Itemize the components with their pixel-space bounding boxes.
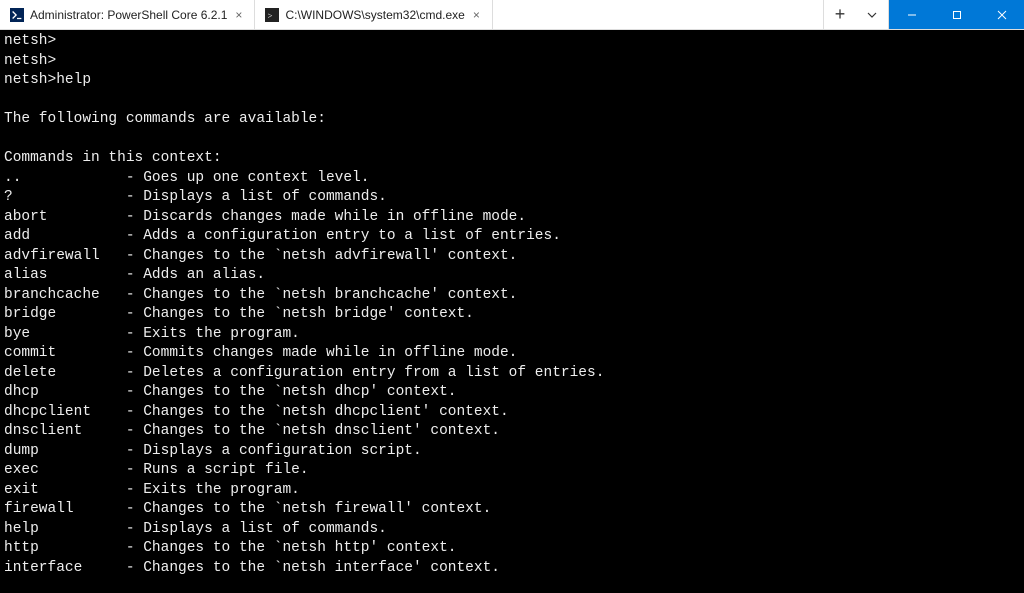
close-button[interactable]: [979, 0, 1024, 29]
tab-label: C:\WINDOWS\system32\cmd.exe: [285, 8, 464, 22]
chevron-down-icon: [867, 10, 877, 20]
terminal-output[interactable]: netsh> netsh> netsh>help The following c…: [0, 30, 1024, 593]
output-subheader: Commands in this context:: [4, 150, 222, 166]
maximize-button[interactable]: [934, 0, 979, 29]
prompt-line: netsh>: [4, 33, 56, 49]
tab-label: Administrator: PowerShell Core 6.2.1: [30, 8, 227, 22]
command-list: .. - Goes up one context level. ? - Disp…: [4, 170, 604, 576]
minimize-button[interactable]: [889, 0, 934, 29]
new-tab-button[interactable]: +: [824, 0, 856, 29]
tab-strip: Administrator: PowerShell Core 6.2.1 × >…: [0, 0, 493, 29]
svg-text:>: >: [268, 10, 273, 20]
minimize-icon: [907, 10, 917, 20]
prompt-line: netsh>: [4, 53, 56, 69]
tab-close-button[interactable]: ×: [233, 8, 244, 22]
tab-powershell[interactable]: Administrator: PowerShell Core 6.2.1 ×: [0, 0, 255, 29]
maximize-icon: [952, 10, 962, 20]
new-tab-group: +: [823, 0, 889, 29]
close-icon: [997, 10, 1007, 20]
cmd-icon: >: [265, 8, 279, 22]
powershell-icon: [10, 8, 24, 22]
window-controls: [889, 0, 1024, 29]
titlebar-drag-area[interactable]: [493, 0, 823, 29]
tab-cmd[interactable]: > C:\WINDOWS\system32\cmd.exe ×: [255, 0, 492, 29]
tab-close-button[interactable]: ×: [471, 8, 482, 22]
new-tab-dropdown[interactable]: [856, 0, 888, 29]
prompt-line: netsh>help: [4, 72, 91, 88]
output-header: The following commands are available:: [4, 111, 326, 127]
titlebar: Administrator: PowerShell Core 6.2.1 × >…: [0, 0, 1024, 30]
